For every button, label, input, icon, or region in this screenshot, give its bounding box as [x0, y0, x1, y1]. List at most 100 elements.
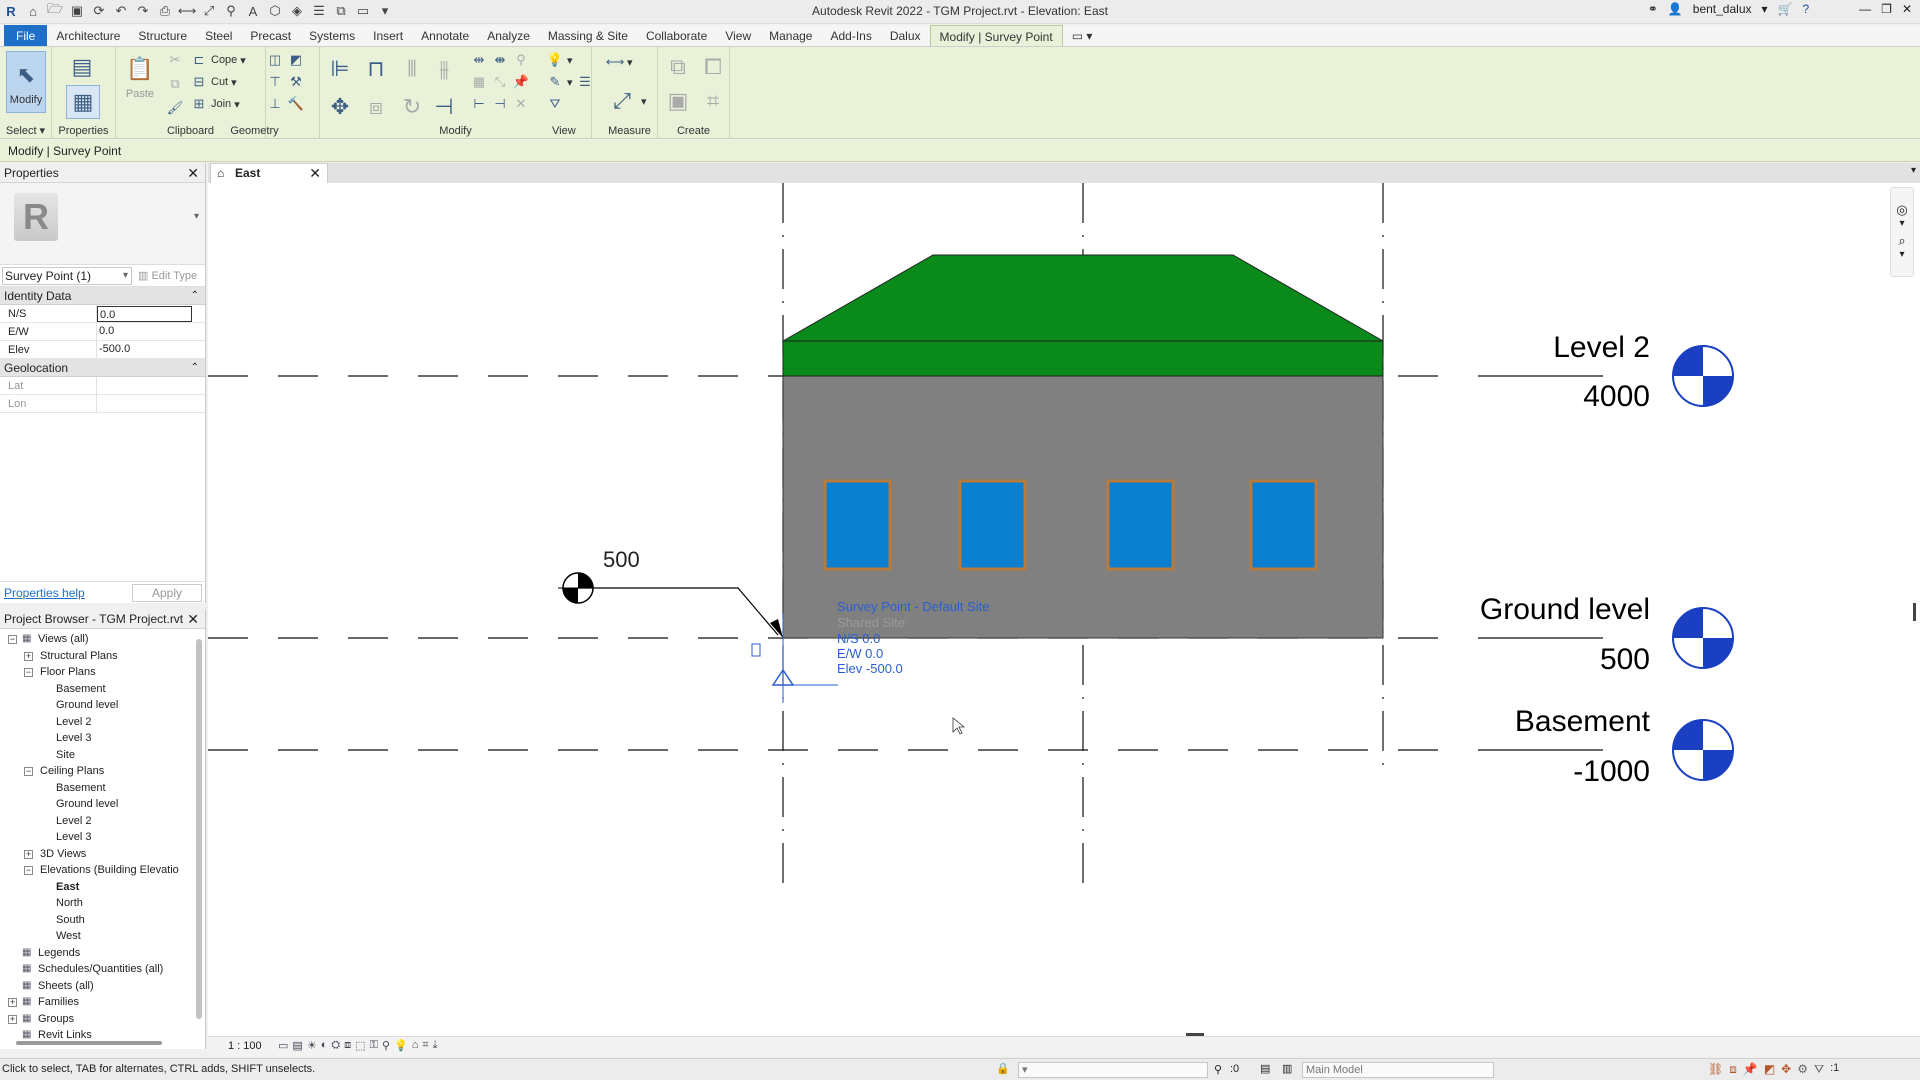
zoom-dropdown-icon[interactable]: ▾ [1891, 249, 1913, 260]
measure-distance-button[interactable]: ⟷ ▾ [606, 53, 633, 71]
detail-level-icon[interactable]: ▭ [278, 1039, 288, 1052]
roof[interactable] [782, 254, 1384, 377]
text-icon[interactable]: A [244, 2, 262, 20]
reveal-hidden-icon[interactable]: 💡 [394, 1039, 408, 1052]
ribbon-tab-modify-survey-point[interactable]: Modify | Survey Point [929, 25, 1063, 46]
revit-logo-icon[interactable]: R [2, 2, 20, 20]
browser-node[interactable]: West [0, 928, 194, 945]
level-elevation-ground-level[interactable]: 500 [1600, 643, 1650, 677]
select-by-face-icon[interactable]: ◩ [1764, 1062, 1775, 1077]
cart-icon[interactable]: 🛒 [1778, 2, 1793, 16]
select-dropdown[interactable]: Select ▾ [0, 124, 51, 137]
redo-icon[interactable]: ↷ [134, 2, 152, 20]
ribbon-tab-file[interactable]: File [4, 25, 48, 46]
expand-icon[interactable]: + [24, 849, 33, 859]
ribbon-tab-steel[interactable]: Steel [196, 25, 241, 46]
select-underlay-icon[interactable]: ⧈ [1729, 1062, 1737, 1077]
3d-view-icon[interactable]: ⬡ [266, 2, 284, 20]
browser-node[interactable]: + ▦ Groups [0, 1011, 194, 1028]
unlocked-3d-icon[interactable]: ⚿ [370, 1039, 378, 1052]
close-window-icon[interactable]: ✕ [1902, 2, 1912, 16]
crop-view-icon[interactable]: ⧈ [344, 1039, 351, 1052]
align-button[interactable]: ⊫ [324, 53, 356, 85]
expand-icon[interactable]: + [8, 1014, 17, 1024]
linework-button[interactable]: ⛛ [546, 95, 564, 113]
print-icon[interactable]: ⎙ [156, 2, 174, 20]
filter-icon[interactable]: ⛛ [1814, 1062, 1824, 1077]
close-browser-icon[interactable]: ✕ [187, 609, 199, 629]
browser-node[interactable]: Site [0, 747, 194, 764]
browser-node[interactable]: Level 2 [0, 714, 194, 731]
create-assembly-button[interactable]: ⧉ ⧠ [662, 51, 729, 83]
browser-node[interactable]: + ▦ Families [0, 994, 194, 1011]
expand-icon[interactable]: + [24, 651, 33, 661]
browser-node[interactable]: Ground level [0, 796, 194, 813]
elev-input[interactable]: -500.0 [97, 341, 192, 358]
array-button[interactable]: ▦ ⤡ 📌 [470, 73, 530, 91]
type-properties-button[interactable]: ▤ [66, 51, 98, 83]
browser-node[interactable]: East [0, 879, 194, 896]
drag-elements-icon[interactable]: ✥ [1781, 1062, 1791, 1077]
level-head-ground-level[interactable] [1672, 607, 1734, 669]
survey-point-ew[interactable]: E/W 0.0 [837, 646, 883, 661]
window[interactable] [1249, 479, 1318, 571]
copy-button[interactable]: ⧉ [166, 75, 184, 93]
override-graphics-button[interactable]: ✎ ▾ [546, 73, 573, 91]
cope-button[interactable]: ⊏ Cope ▾ [190, 51, 246, 69]
worksharing-icon[interactable]: ⌂ [412, 1039, 419, 1052]
browser-node[interactable]: − Elevations (Building Elevatio [0, 862, 194, 879]
collapse-icon[interactable]: − [24, 767, 33, 776]
window[interactable] [823, 479, 892, 571]
browser-node[interactable]: Level 3 [0, 829, 194, 846]
split-button[interactable]: ⇹ ⇼ ⚲ [470, 51, 530, 69]
restore-icon[interactable]: ❐ [1881, 2, 1892, 16]
browser-node[interactable]: + Structural Plans [0, 648, 194, 665]
paste-button[interactable]: 📋 Paste [124, 53, 156, 100]
close-properties-icon[interactable]: ✕ [187, 163, 199, 183]
select-pinned-icon[interactable]: 📌 [1743, 1062, 1758, 1077]
collapse-icon[interactable]: − [24, 668, 33, 677]
worksharing-status-icon[interactable]: 🔒 [996, 1062, 1010, 1075]
type-dropdown-icon[interactable]: ▾ [194, 211, 199, 222]
window[interactable] [1106, 479, 1175, 571]
ribbon-tab-collaborate[interactable]: Collaborate [637, 25, 716, 46]
ew-input[interactable]: 0.0 [97, 323, 192, 340]
ribbon-tab-dalux[interactable]: Dalux [881, 25, 930, 46]
line-weight-button[interactable]: ☰ [576, 73, 594, 91]
cut-button[interactable]: ⊟ Cut ▾ [190, 73, 237, 91]
highlight-displacement-icon[interactable]: ⤓ [433, 1039, 438, 1052]
exclude-options-icon[interactable]: ▥ [1282, 1062, 1292, 1075]
ribbon-tab-manage[interactable]: Manage [760, 25, 821, 46]
browser-node[interactable]: − ▦ Views (all) [0, 631, 194, 648]
sun-path-icon[interactable]: ☀ [307, 1039, 317, 1052]
cut-clip-button[interactable]: ✂ [166, 51, 184, 69]
survey-point-ns[interactable]: N/S 0.0 [837, 631, 880, 646]
browser-node[interactable]: South [0, 912, 194, 929]
ribbon-tab-view[interactable]: View [716, 25, 760, 46]
wall-joins-button[interactable]: ⊤ ⚒ [266, 73, 305, 91]
open-icon[interactable]: 🗁 [46, 1, 64, 20]
crop-region-icon[interactable]: ⬚ [355, 1039, 365, 1052]
switch-windows-icon[interactable]: ▭ [354, 2, 372, 20]
analytical-model-icon[interactable]: ⌗ [422, 1039, 428, 1052]
ribbon-tab-annotate[interactable]: Annotate [412, 25, 478, 46]
shadows-icon[interactable]: ◐ [321, 1039, 328, 1052]
minimize-icon[interactable]: — [1859, 2, 1871, 16]
section-icon[interactable]: ◈ [288, 2, 306, 20]
dimension-icon[interactable]: ⤢ [200, 2, 218, 20]
vertical-scrollbar[interactable] [196, 639, 202, 1019]
create-group-button[interactable]: ▣ ⌗ [662, 85, 729, 117]
zoom-icon[interactable]: ⌕ [1891, 233, 1913, 249]
join-button[interactable]: ⊞ Join ▾ [190, 95, 240, 113]
properties-button[interactable]: ▦ [66, 85, 100, 119]
hide-in-view-button[interactable]: 💡 ▾ [546, 51, 573, 69]
spot-elevation-value[interactable]: 500 [603, 547, 640, 573]
select-links-icon[interactable]: ⛓ [1708, 1062, 1723, 1077]
unjoin-button[interactable]: ⊥ 🔨 [266, 95, 305, 113]
elevation-drawing[interactable] [208, 183, 1920, 1036]
drawing-area[interactable]: Level 2 4000 Ground level 500 Basement -… [208, 183, 1920, 1036]
move-button[interactable]: ✥ [324, 91, 356, 123]
split-face-button[interactable]: ◫ ◩ [266, 51, 305, 69]
design-options-icon[interactable]: ▤ [1260, 1062, 1270, 1075]
offset-button[interactable]: ⊓ [360, 53, 392, 85]
